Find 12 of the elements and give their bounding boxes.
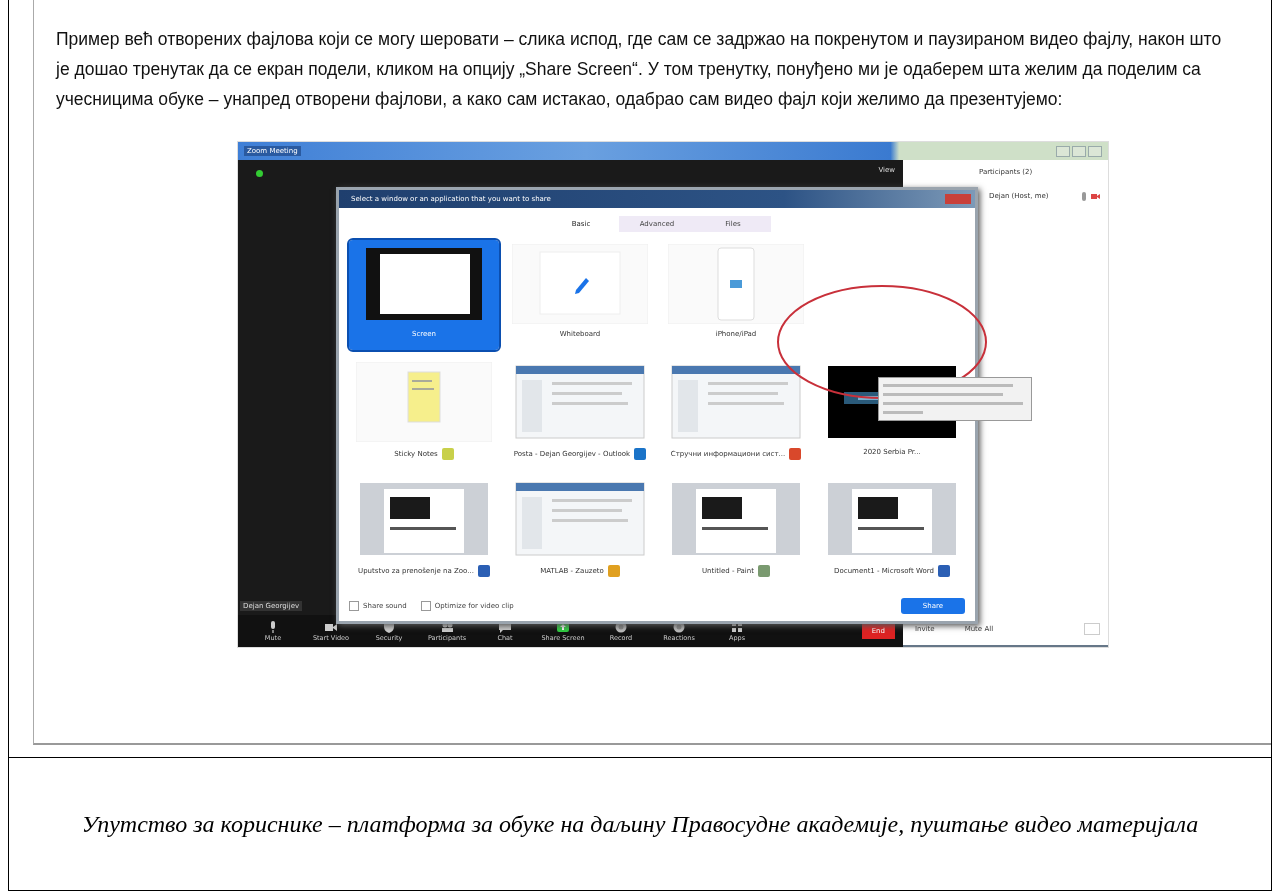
more-button[interactable] [1084,623,1100,635]
minimize-button[interactable] [1056,145,1070,157]
status-dot-icon [256,170,263,177]
camera-off-icon [1091,192,1100,201]
close-button[interactable] [945,194,971,204]
checkbox[interactable] [420,601,431,611]
maximize-button[interactable] [1072,145,1086,157]
paragraph: Пример већ отворених фајлова који се могу шеровати – слика испод, где сам се задржао на покренутом и паузираном видео фајлу, након што је дошао тренутак да се екран подели, кликом на опцију „Share Screen“. У том тренутку, понуђено ми је одаберем шта желим да поделим са учесницима обуке – унапред отворени фајлови, а како сам истакао, одабрао сам видео фајл који желимо да презентујемо: [56,28,1223,111]
caption: Упутство за кориснике – платформа за обуке на даљину Правосудне академије, пуштање видео материјала [80,810,1200,839]
close-button[interactable] [1088,145,1102,157]
checkbox[interactable] [349,601,359,611]
mic-icon [1081,192,1087,201]
